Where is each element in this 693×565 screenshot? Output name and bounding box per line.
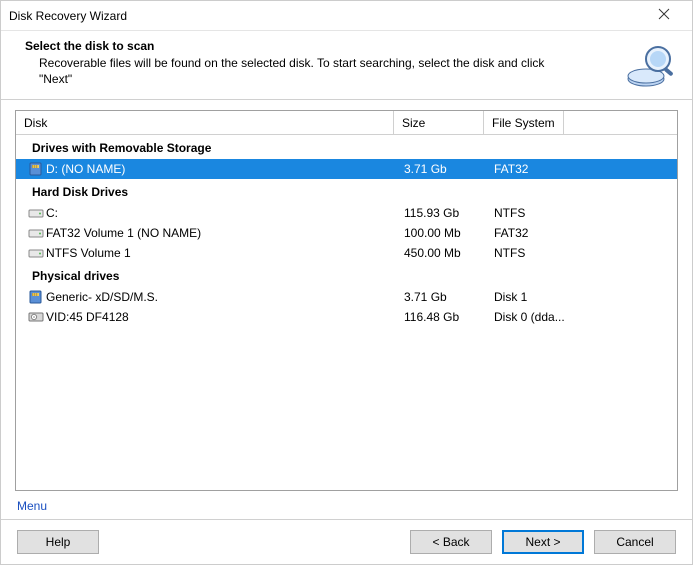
disk-table: Disk Size File System Drives with Remova… [15, 110, 678, 491]
header-subtitle: Recoverable files will be found on the s… [25, 55, 565, 87]
cancel-button[interactable]: Cancel [594, 530, 676, 554]
group-header: Physical drives [16, 263, 677, 287]
disk-name: D: (NO NAME) [46, 162, 125, 176]
card-icon [26, 290, 46, 304]
magnifier-disk-icon [624, 43, 676, 91]
table-row[interactable]: FAT32 Volume 1 (NO NAME) 100.00 MbFAT32 [16, 223, 677, 243]
disk-name: NTFS Volume 1 [46, 246, 131, 260]
disk-name: Generic- xD/SD/M.S. [46, 290, 158, 304]
disk-filesystem: FAT32 [486, 162, 566, 176]
drive-icon [26, 207, 46, 219]
drive-icon [26, 227, 46, 239]
disk-size: 3.71 Gb [396, 290, 486, 304]
table-row[interactable]: Generic- xD/SD/M.S. 3.71 GbDisk 1 [16, 287, 677, 307]
footer: Help < Back Next > Cancel [1, 520, 692, 564]
disk-size: 115.93 Gb [396, 206, 486, 220]
table-row[interactable]: NTFS Volume 1 450.00 MbNTFS [16, 243, 677, 263]
disk-filesystem: Disk 0 (dda... [486, 310, 566, 324]
disk-name: FAT32 Volume 1 (NO NAME) [46, 226, 201, 240]
menu-link[interactable]: Menu [15, 491, 49, 519]
drive-icon [26, 247, 46, 259]
column-size[interactable]: Size [394, 111, 484, 134]
wizard-header: Select the disk to scan Recoverable file… [1, 31, 692, 95]
header-title: Select the disk to scan [25, 39, 624, 53]
disk-size: 100.00 Mb [396, 226, 486, 240]
disk-filesystem: NTFS [486, 246, 566, 260]
titlebar: Disk Recovery Wizard [1, 1, 692, 31]
separator [1, 99, 692, 100]
disk-filesystem: FAT32 [486, 226, 566, 240]
card-icon [26, 162, 46, 176]
close-button[interactable] [644, 2, 684, 30]
disk-filesystem: Disk 1 [486, 290, 566, 304]
disk-size: 450.00 Mb [396, 246, 486, 260]
disk-filesystem: NTFS [486, 206, 566, 220]
column-disk[interactable]: Disk [16, 111, 394, 134]
close-icon [658, 8, 670, 23]
disk-name: C: [46, 206, 58, 220]
disk-size: 3.71 Gb [396, 162, 486, 176]
window-title: Disk Recovery Wizard [9, 9, 127, 23]
disk-name: VID:45 DF4128 [46, 310, 129, 324]
hdd-icon [26, 311, 46, 323]
group-header: Drives with Removable Storage [16, 135, 677, 159]
group-header: Hard Disk Drives [16, 179, 677, 203]
next-button[interactable]: Next > [502, 530, 584, 554]
column-file-system[interactable]: File System [484, 111, 564, 134]
column-spacer [564, 111, 677, 134]
back-button[interactable]: < Back [410, 530, 492, 554]
table-header: Disk Size File System [16, 111, 677, 135]
table-row[interactable]: VID:45 DF4128 116.48 GbDisk 0 (dda... [16, 307, 677, 327]
help-button[interactable]: Help [17, 530, 99, 554]
disk-size: 116.48 Gb [396, 310, 486, 324]
table-row[interactable]: C: 115.93 GbNTFS [16, 203, 677, 223]
table-row[interactable]: D: (NO NAME) 3.71 GbFAT32 [16, 159, 677, 179]
